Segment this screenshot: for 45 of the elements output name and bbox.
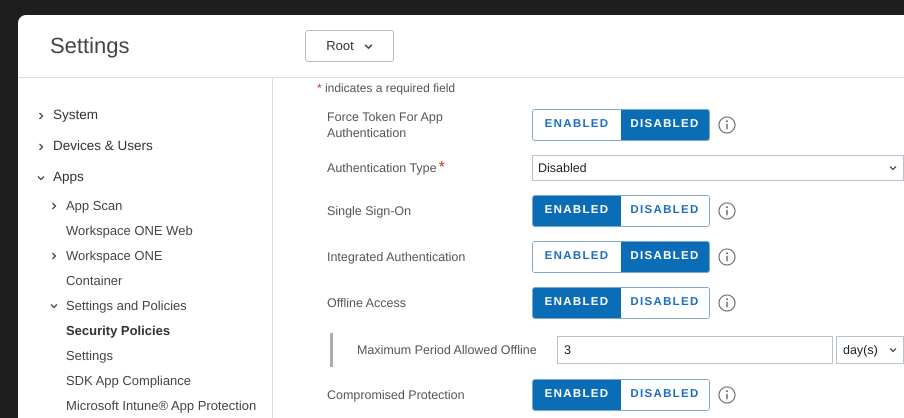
chevron-icon bbox=[37, 142, 45, 150]
chevron-icon bbox=[364, 42, 373, 50]
sidebar-item[interactable]: Devices & Users bbox=[34, 131, 272, 162]
info-icon[interactable] bbox=[718, 248, 736, 266]
toggle-option[interactable]: DISABLED bbox=[621, 110, 709, 140]
sidebar-item[interactable]: Settings and Policies bbox=[34, 293, 272, 318]
sidebar-item[interactable]: Workspace ONE Web bbox=[34, 218, 272, 243]
unit-select[interactable]: day(s) bbox=[836, 336, 904, 364]
info-icon[interactable] bbox=[718, 294, 736, 312]
info-icon[interactable] bbox=[718, 116, 736, 134]
sidebar-item[interactable]: Security Policies bbox=[34, 318, 272, 343]
chevron-icon bbox=[37, 174, 45, 182]
sidebar-item[interactable]: Container bbox=[34, 268, 272, 293]
authentication-type-select[interactable]: Disabled bbox=[532, 155, 904, 181]
field-label: Integrated Authentication bbox=[327, 249, 466, 265]
toggle-option[interactable]: ENABLED bbox=[533, 380, 621, 410]
sidebar-item[interactable]: App Scan bbox=[34, 193, 272, 218]
field-label: Offline Access bbox=[327, 295, 407, 311]
sidebar-item[interactable]: SDK App Compliance bbox=[34, 368, 272, 393]
toggle-option[interactable]: ENABLED bbox=[533, 288, 621, 318]
sidebar-item[interactable]: Apps bbox=[34, 162, 272, 193]
chevron-icon bbox=[37, 112, 45, 120]
chevron-icon bbox=[50, 202, 58, 210]
toggle-option[interactable]: ENABLED bbox=[533, 196, 621, 226]
required-note: * indicates a required field bbox=[317, 80, 456, 97]
sidebar-item[interactable]: System bbox=[34, 100, 272, 131]
chevron-icon bbox=[889, 346, 897, 354]
info-icon[interactable] bbox=[718, 202, 736, 220]
chevron-icon bbox=[50, 302, 58, 310]
field-label: Maximum Period Allowed Offline bbox=[357, 342, 538, 359]
sidebar-item[interactable]: Workspace ONE bbox=[34, 243, 272, 268]
field-label: Compromised Protection bbox=[327, 387, 466, 403]
toggle-option[interactable]: DISABLED bbox=[621, 242, 709, 272]
chevron-icon bbox=[50, 252, 58, 260]
chevron-icon bbox=[889, 164, 897, 172]
page-title: Settings bbox=[50, 32, 130, 60]
info-icon[interactable] bbox=[718, 386, 736, 404]
field-label: Authentication Type bbox=[327, 161, 437, 175]
required-mark: * bbox=[438, 159, 445, 176]
field-label: Force Token For App Authentication bbox=[327, 109, 444, 141]
organization-dropdown[interactable]: Root bbox=[305, 30, 394, 62]
number-input[interactable]: 3 bbox=[557, 336, 833, 364]
sidebar-item[interactable]: Settings bbox=[34, 343, 272, 368]
sidebar-item[interactable]: Microsoft Intune® App Protection bbox=[34, 393, 272, 418]
field-label: Single Sign-On bbox=[327, 203, 412, 219]
